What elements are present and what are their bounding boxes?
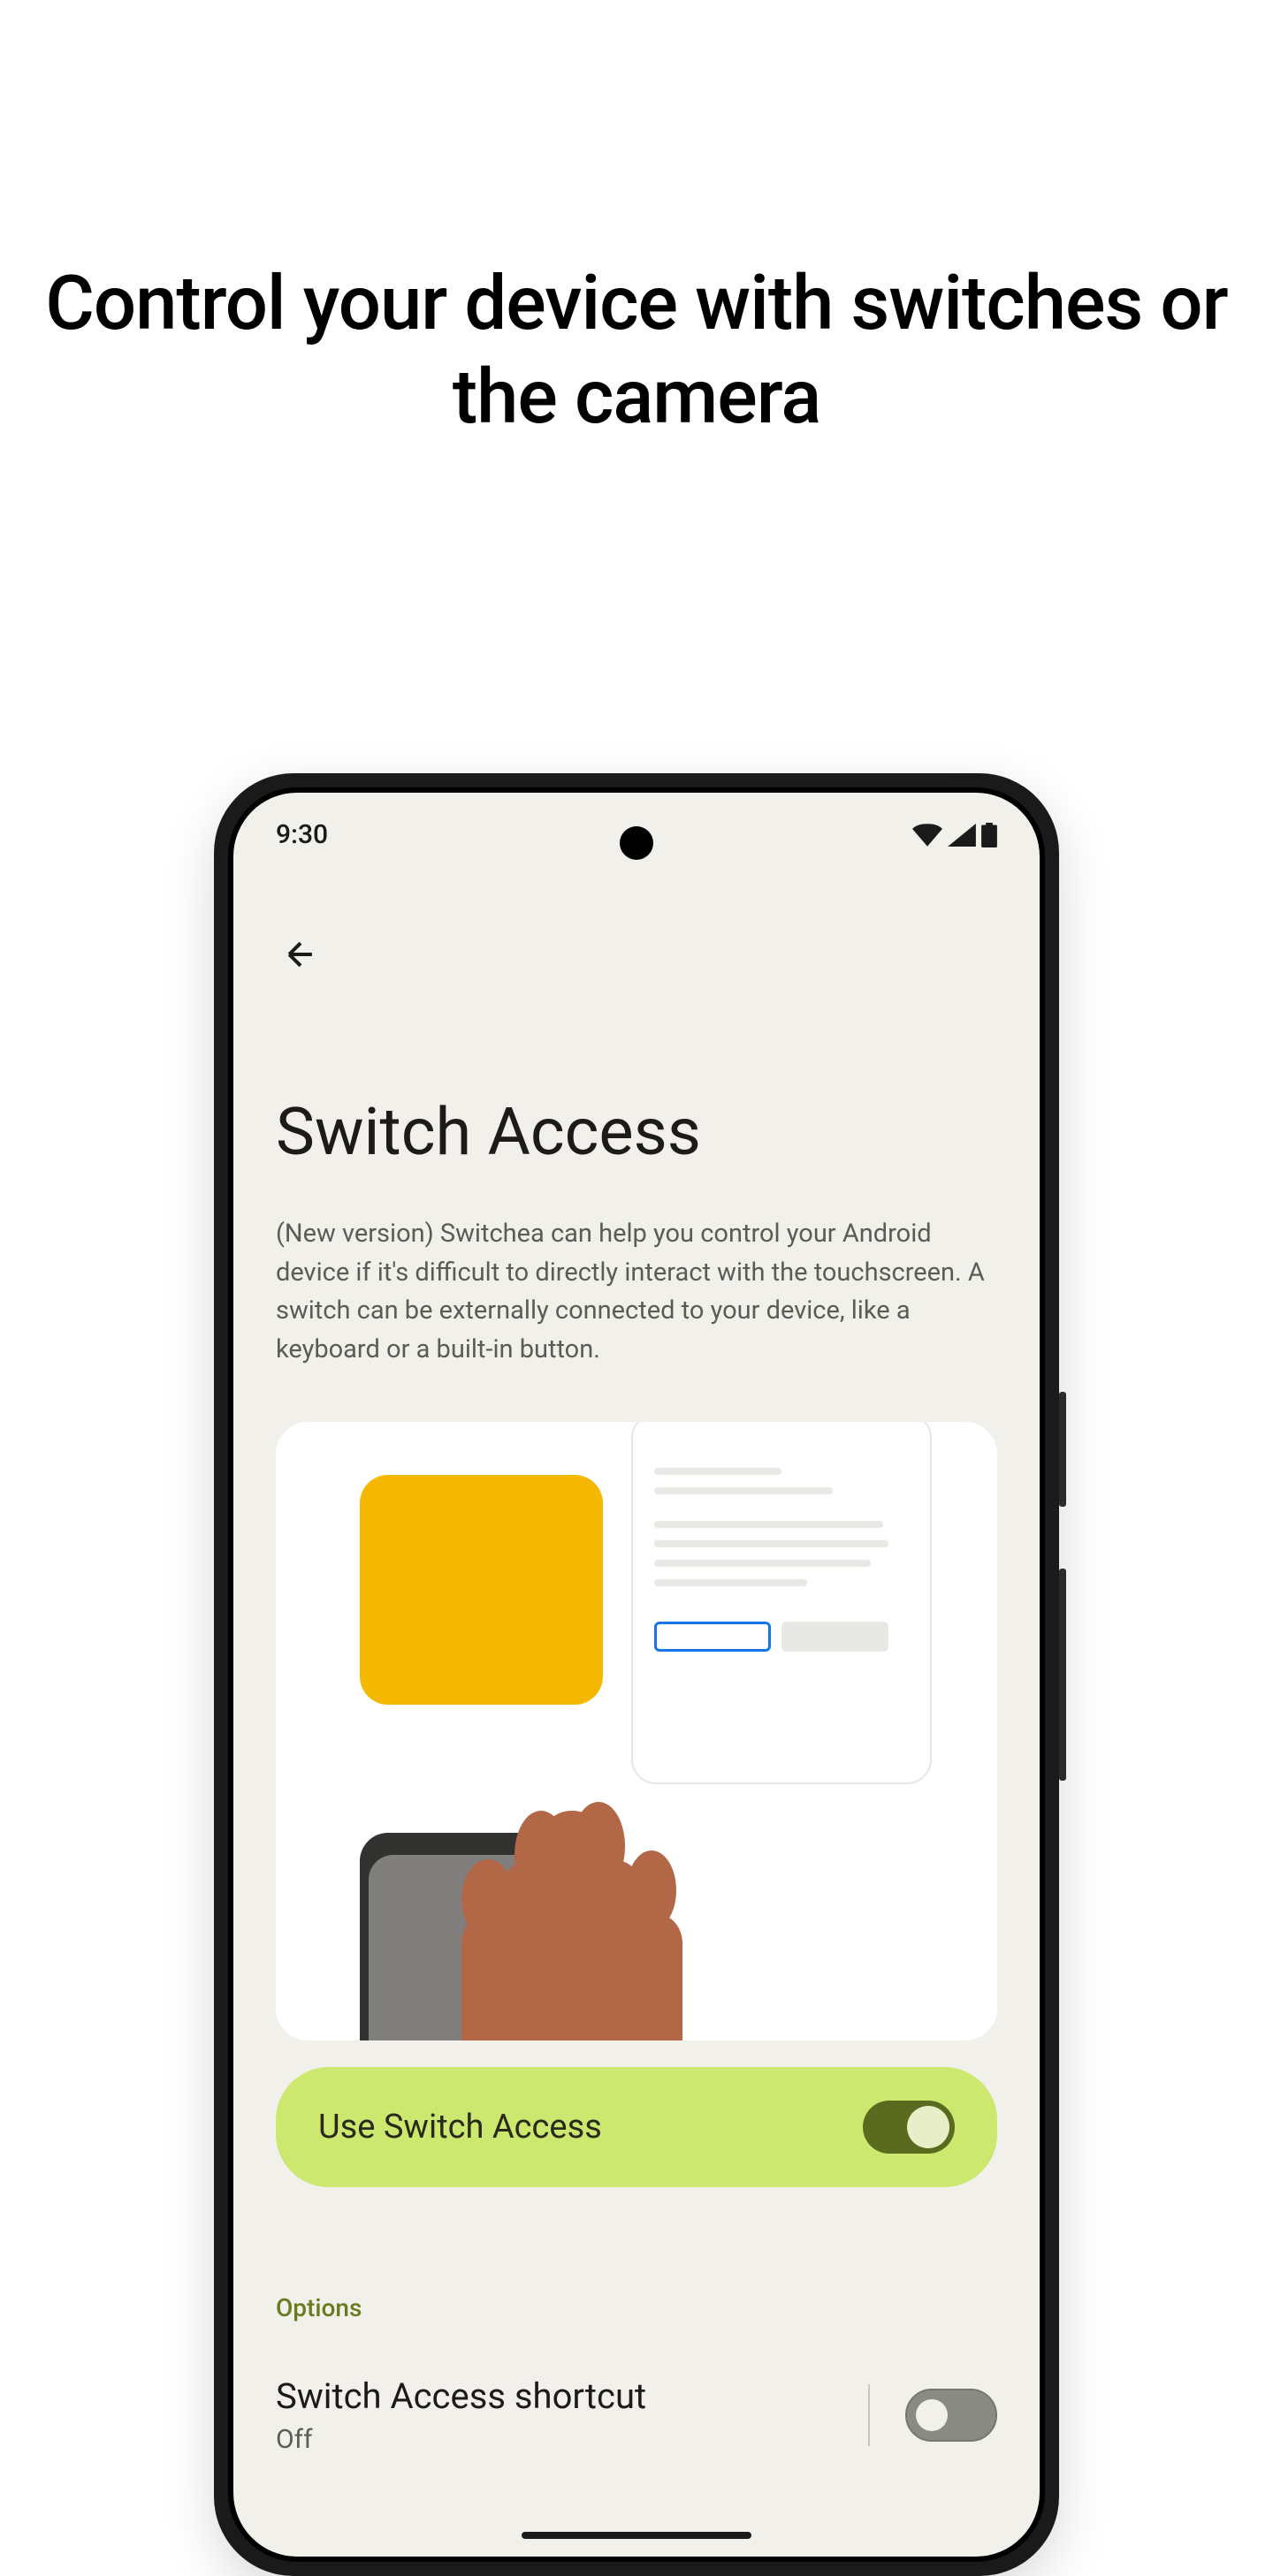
phone-side-button-power bbox=[1059, 1392, 1066, 1507]
page-description: (New version) Switchea can help you cont… bbox=[276, 1215, 997, 1369]
phone-frame: 9:30 Switch Access (New version) Switche… bbox=[214, 773, 1059, 2576]
battery-icon bbox=[981, 823, 997, 847]
phone-side-button-volume bbox=[1059, 1569, 1066, 1781]
shortcut-status: Off bbox=[276, 2424, 833, 2455]
phone-screen: 9:30 Switch Access (New version) Switche… bbox=[233, 793, 1040, 2557]
options-section-label: Options bbox=[276, 2293, 997, 2322]
nav-bar-handle[interactable] bbox=[522, 2532, 751, 2539]
status-icons bbox=[912, 823, 997, 847]
switch-access-shortcut-row[interactable]: Switch Access shortcut Off bbox=[276, 2375, 997, 2455]
use-switch-access-label: Use Switch Access bbox=[318, 2108, 602, 2147]
page-title: Switch Access bbox=[276, 1094, 997, 1171]
status-time: 9:30 bbox=[276, 819, 328, 850]
use-switch-access-row[interactable]: Use Switch Access bbox=[276, 2067, 997, 2187]
shortcut-toggle[interactable] bbox=[905, 2389, 997, 2442]
arrow-left-icon bbox=[281, 935, 320, 974]
illustration-button bbox=[781, 1622, 888, 1652]
hand-icon bbox=[435, 1802, 700, 2040]
illustration-switch-yellow bbox=[360, 1475, 603, 1705]
signal-icon bbox=[948, 824, 976, 847]
camera-cutout bbox=[620, 826, 653, 860]
marketing-title: Control your device with switches or the… bbox=[0, 0, 1273, 445]
use-switch-access-toggle[interactable] bbox=[863, 2101, 955, 2154]
illustration-card bbox=[276, 1422, 997, 2040]
option-divider bbox=[868, 2384, 870, 2446]
illustration-highlighted-button bbox=[654, 1622, 771, 1652]
illustration-panel bbox=[631, 1422, 932, 1784]
back-button[interactable] bbox=[276, 930, 325, 979]
shortcut-title: Switch Access shortcut bbox=[276, 2375, 833, 2417]
wifi-icon bbox=[912, 824, 942, 847]
